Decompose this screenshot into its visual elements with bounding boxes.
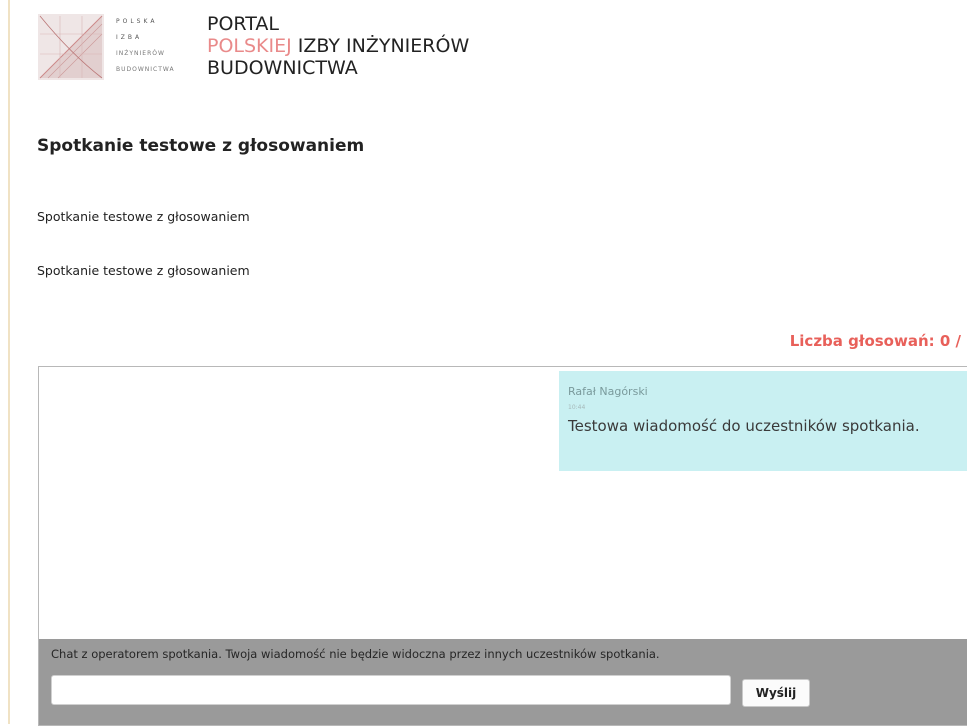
portal-title-line-2: POLSKIEJ IZBY INŻYNIERÓW [207, 35, 469, 57]
chat-message-author: Rafał Nagórski [568, 385, 648, 398]
logo-word-inzynierow: INŻYNIERÓW [116, 50, 165, 57]
chat-message-input[interactable] [51, 675, 731, 705]
meeting-description-2: Spotkanie testowe z głosowaniem [37, 263, 250, 278]
meeting-description-1: Spotkanie testowe z głosowaniem [37, 209, 250, 224]
vote-count: Liczba głosowań: 0 / [789, 332, 961, 350]
chat-message-text: Testowa wiadomość do uczestników spotkan… [568, 417, 920, 435]
portal-title-line-1: PORTAL [207, 13, 279, 35]
portal-title-highlight: POLSKIEJ [207, 35, 292, 57]
page-left-border [8, 0, 10, 724]
logo-emblem-icon [38, 14, 104, 80]
chat-footer: Chat z operatorem spotkania. Twoja wiado… [39, 639, 967, 725]
meeting-title: Spotkanie testowe z głosowaniem [37, 136, 365, 156]
chat-notice: Chat z operatorem spotkania. Twoja wiado… [51, 647, 660, 661]
portal-title-line-2-rest: IZBY INŻYNIERÓW [291, 35, 470, 57]
portal-title-line-3: BUDOWNICTWA [207, 57, 358, 79]
chat-panel: Rafał Nagórski 10:44 Testowa wiadomość d… [38, 366, 967, 726]
piib-logo: POLSKA IZBA INŻYNIERÓW BUDOWNICTWA [38, 14, 183, 82]
send-button[interactable]: Wyślij [742, 679, 810, 707]
logo-word-polska: POLSKA [116, 18, 158, 25]
portal-title: PORTAL POLSKIEJ IZBY INŻYNIERÓW BUDOWNIC… [207, 13, 469, 79]
logo-word-izba: IZBA [116, 34, 143, 41]
logo-wordmark: POLSKA IZBA INŻYNIERÓW BUDOWNICTWA [116, 14, 186, 78]
logo-word-budownictwa: BUDOWNICTWA [116, 66, 175, 73]
chat-message: Rafał Nagórski 10:44 Testowa wiadomość d… [559, 371, 967, 471]
chat-message-time: 10:44 [568, 404, 586, 411]
